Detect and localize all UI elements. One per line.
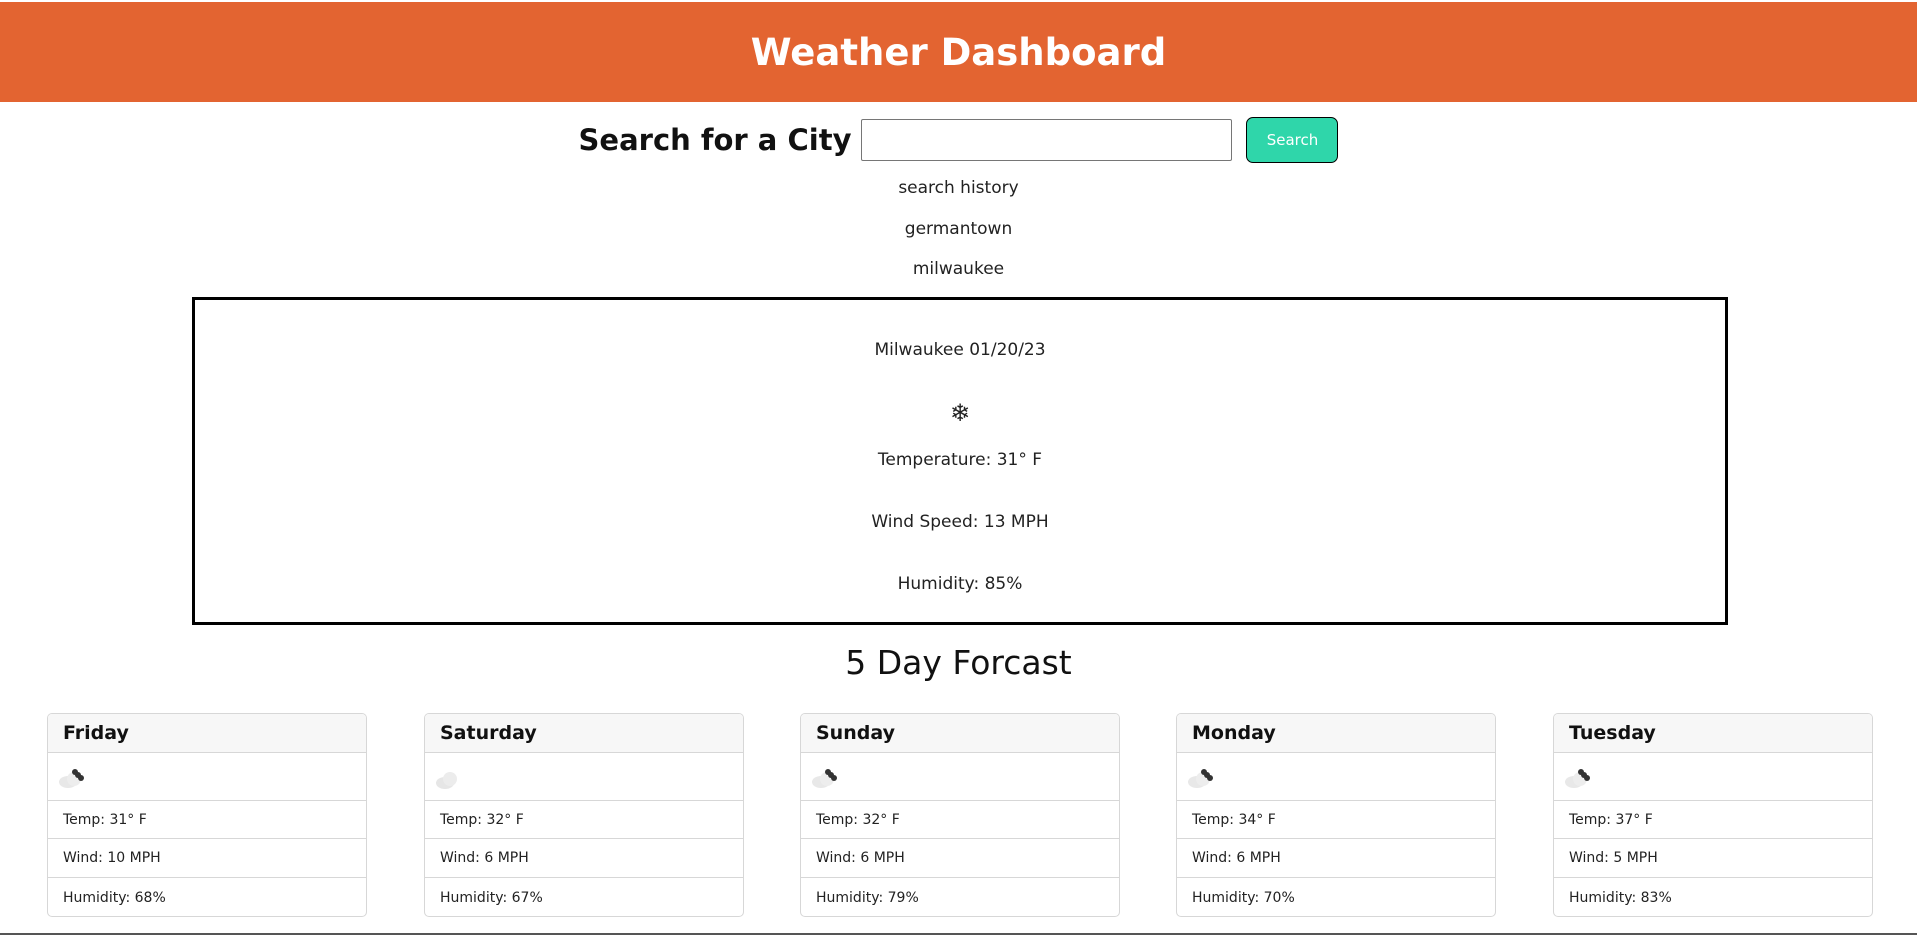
header-bar: Weather Dashboard <box>0 2 1917 102</box>
current-humidity: Humidity: 85% <box>897 574 1023 594</box>
forecast-humidity: Humidity: 70% <box>1192 889 1295 906</box>
forecast-temp: Temp: 31° F <box>48 801 366 839</box>
forecast-day: Sunday <box>801 714 1119 753</box>
forecast-title: 5 Day Forcast <box>845 643 1072 682</box>
forecast-temp: Temp: 32° F <box>425 801 743 839</box>
forecast-humidity: Humidity: 67% <box>440 889 543 906</box>
page-title: Weather Dashboard <box>750 30 1167 74</box>
snow-cloud-icon <box>1565 768 1590 788</box>
forecast-day: Tuesday <box>1554 714 1872 753</box>
forecast-temp: Temp: 34° F <box>1177 801 1495 839</box>
forecast-humidity: Humidity: 79% <box>816 889 919 906</box>
forecast-wind: Wind: 6 MPH <box>425 839 743 878</box>
snow-cloud-icon <box>1188 768 1213 788</box>
cloud-icon <box>436 771 457 789</box>
snow-cloud-icon <box>59 768 84 788</box>
forecast-wind: Wind: 10 MPH <box>48 839 366 878</box>
search-button[interactable]: Search <box>1246 117 1339 163</box>
forecast-wind: Wind: 6 MPH <box>801 839 1119 878</box>
snow-cloud-icon <box>812 768 837 788</box>
forecast-day: Monday <box>1177 714 1495 753</box>
forecast-card-sunday: Sunday Temp: 32° F Wind: 6 MPH Humidity:… <box>800 713 1120 917</box>
forecast-temp: Temp: 37° F <box>1554 801 1872 839</box>
forecast-card-saturday: Saturday Temp: 32° F Wind: 6 MPH Humidit… <box>424 713 744 917</box>
history-item-germantown[interactable]: germantown <box>0 219 1917 239</box>
forecast-humidity: Humidity: 83% <box>1569 889 1672 906</box>
forecast-day: Saturday <box>425 714 743 753</box>
forecast-wind: Wind: 5 MPH <box>1554 839 1872 878</box>
forecast-card-tuesday: Tuesday Temp: 37° F Wind: 5 MPH Humidity… <box>1553 713 1873 917</box>
search-label: Search for a City <box>578 123 852 157</box>
forecast-wind: Wind: 6 MPH <box>1177 839 1495 878</box>
forecast-card-monday: Monday Temp: 34° F Wind: 6 MPH Humidity:… <box>1176 713 1496 917</box>
forecast-temp: Temp: 32° F <box>801 801 1119 839</box>
history-item-milwaukee[interactable]: milwaukee <box>0 259 1917 279</box>
snowflake-icon: ❄ <box>949 399 971 427</box>
search-bar: Search for a City Search <box>0 116 1917 164</box>
current-city-date: Milwaukee 01/20/23 <box>874 340 1046 360</box>
current-wind: Wind Speed: 13 MPH <box>871 512 1049 532</box>
forecast-day: Friday <box>48 714 366 753</box>
search-input[interactable] <box>861 119 1233 161</box>
forecast-card-friday: Friday Temp: 31° F Wind: 10 MPH Humidity… <box>47 713 367 917</box>
search-history-title: search history <box>898 178 1019 198</box>
forecast-humidity: Humidity: 68% <box>63 889 166 906</box>
current-weather-panel: Milwaukee 01/20/23 ❄ Temperature: 31° F … <box>192 297 1728 625</box>
current-temperature: Temperature: 31° F <box>877 450 1043 470</box>
